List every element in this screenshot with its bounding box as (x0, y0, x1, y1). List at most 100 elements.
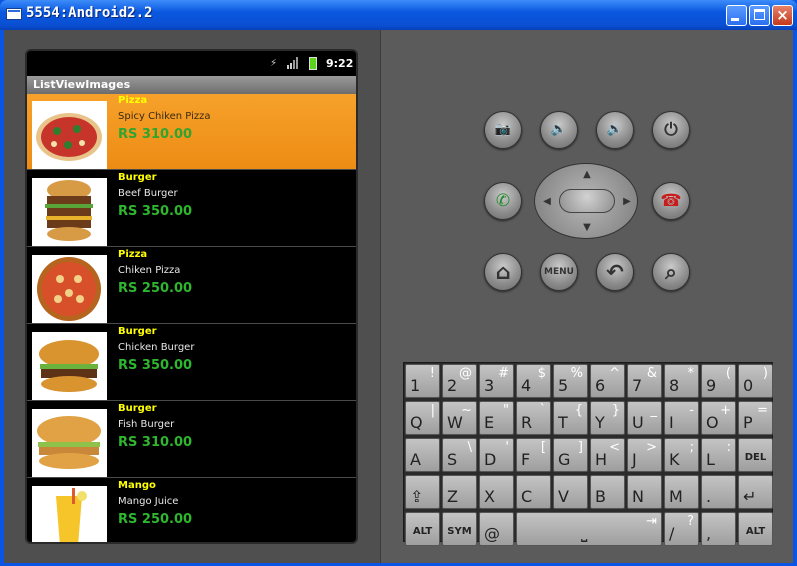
key[interactable]: D ' (479, 438, 514, 472)
key[interactable]: 5% (553, 364, 588, 398)
list-item[interactable]: Pizza Chiken Pizza RS 250.00 (27, 248, 356, 324)
key-label: J (632, 450, 637, 469)
key[interactable]: Z (442, 475, 477, 509)
home-icon: ⌂ (495, 260, 511, 284)
key[interactable]: T{ (553, 401, 588, 435)
key-at[interactable]: @ (479, 512, 514, 546)
dpad-left-icon[interactable]: ◀ (540, 195, 554, 209)
key-symbol: $ (537, 366, 546, 381)
key[interactable]: O + (701, 401, 736, 435)
close-button[interactable]: × (772, 5, 793, 26)
juice-image (32, 486, 107, 542)
key[interactable]: 7 & (627, 364, 662, 398)
key-label: S (447, 450, 458, 469)
key[interactable]: Y} (590, 401, 625, 435)
camera-button[interactable]: 📷 (484, 111, 522, 149)
key-sym[interactable]: SYM (442, 512, 477, 546)
clock: 9:22 (326, 57, 354, 70)
title-bar[interactable]: 5554:Android2.2 × (0, 0, 797, 30)
list-item[interactable]: Burger Chicken Burger RS 350.00 (27, 325, 356, 401)
key-alt-left[interactable]: ALT (405, 512, 440, 546)
key-label: H (595, 450, 608, 469)
maximize-button[interactable] (749, 5, 770, 26)
item-category: Burger (118, 403, 157, 414)
key[interactable]: K; (664, 438, 699, 472)
key[interactable]: A (405, 438, 440, 472)
call-button[interactable]: ✆ (484, 182, 522, 220)
home-button[interactable]: ⌂ (484, 253, 522, 291)
key[interactable]: R ` (516, 401, 551, 435)
key-symbol: ' (505, 440, 509, 455)
key-symbol: @ (459, 366, 472, 381)
key[interactable]: 2 @ (442, 364, 477, 398)
key-comma[interactable]: , (701, 512, 736, 546)
key-label: I (669, 413, 674, 432)
dpad-right-icon[interactable]: ▶ (620, 195, 634, 209)
dpad-center-button[interactable] (559, 189, 615, 213)
volume-up-button[interactable]: 🔊 (596, 111, 634, 149)
list-item[interactable]: Pizza Spicy Chiken Pizza RS 310.00 (27, 94, 356, 170)
menu-button[interactable]: MENU (540, 253, 578, 291)
item-price: RS 310.00 (118, 435, 193, 450)
key[interactable]: ↵ (738, 475, 773, 509)
key[interactable]: S \ (442, 438, 477, 472)
device-screen[interactable]: ⚡ 9:22 ListViewImages Pizza Spicy Chiken… (25, 49, 358, 544)
key[interactable]: B (590, 475, 625, 509)
key[interactable]: C (516, 475, 551, 509)
back-button[interactable]: ↶ (596, 253, 634, 291)
key[interactable]: 4 $ (516, 364, 551, 398)
key[interactable]: 3 # (479, 364, 514, 398)
item-price: RS 350.00 (118, 204, 193, 219)
key[interactable]: DEL (738, 438, 773, 472)
key[interactable]: J > (627, 438, 662, 472)
key-label: ⎵ (581, 523, 588, 542)
close-icon: × (776, 6, 789, 24)
key[interactable]: M (664, 475, 699, 509)
dpad-up-icon[interactable]: ▲ (580, 168, 594, 182)
item-name: Mango Juice (118, 496, 179, 507)
key-label: DEL (744, 452, 767, 463)
key[interactable]: N (627, 475, 662, 509)
key-label: R (521, 413, 533, 432)
key-symbol: ? (687, 514, 694, 529)
list-item[interactable]: Mango Mango Juice RS 250.00 (27, 479, 356, 542)
window-title: 5554:Android2.2 (26, 5, 153, 21)
key[interactable]: U _ (627, 401, 662, 435)
dpad[interactable]: ▲ ▼ ◀ ▶ (534, 163, 638, 239)
key[interactable]: . (701, 475, 736, 509)
key-label: 1 (410, 376, 421, 395)
key[interactable]: F[ (516, 438, 551, 472)
key[interactable]: ⇪ (405, 475, 440, 509)
key[interactable]: 6 ^ (590, 364, 625, 398)
key-label: A (410, 450, 421, 469)
key[interactable]: P = (738, 401, 773, 435)
key[interactable]: I- (664, 401, 699, 435)
key-alt-right[interactable]: ALT (738, 512, 773, 546)
search-button[interactable]: ⌕ (652, 253, 690, 291)
key[interactable]: G] (553, 438, 588, 472)
key-slash[interactable]: /? (664, 512, 699, 546)
key[interactable]: X (479, 475, 514, 509)
power-button[interactable]: ⏻ (652, 111, 690, 149)
key-symbol: ^ (609, 366, 620, 381)
key-space[interactable]: ⎵ ⇥ (516, 512, 662, 546)
key[interactable]: L: (701, 438, 736, 472)
food-list[interactable]: Pizza Spicy Chiken Pizza RS 310.00 Burge… (27, 94, 356, 542)
key[interactable]: V (553, 475, 588, 509)
list-item[interactable]: Burger Beef Burger RS 350.00 (27, 171, 356, 247)
key[interactable]: 1! (405, 364, 440, 398)
dpad-down-icon[interactable]: ▼ (580, 221, 594, 235)
item-price: RS 250.00 (118, 512, 193, 527)
minimize-button[interactable] (726, 5, 747, 26)
key[interactable]: Q | (405, 401, 440, 435)
key[interactable]: 9( (701, 364, 736, 398)
key-label: ALT (412, 526, 433, 537)
key[interactable]: 0) (738, 364, 773, 398)
key[interactable]: 8 * (664, 364, 699, 398)
key[interactable]: E " (479, 401, 514, 435)
key[interactable]: H < (590, 438, 625, 472)
key[interactable]: W ~ (442, 401, 477, 435)
end-call-button[interactable]: ☎ (652, 182, 690, 220)
volume-down-button[interactable]: 🔈 (540, 111, 578, 149)
list-item[interactable]: Burger Fish Burger RS 310.00 (27, 402, 356, 478)
